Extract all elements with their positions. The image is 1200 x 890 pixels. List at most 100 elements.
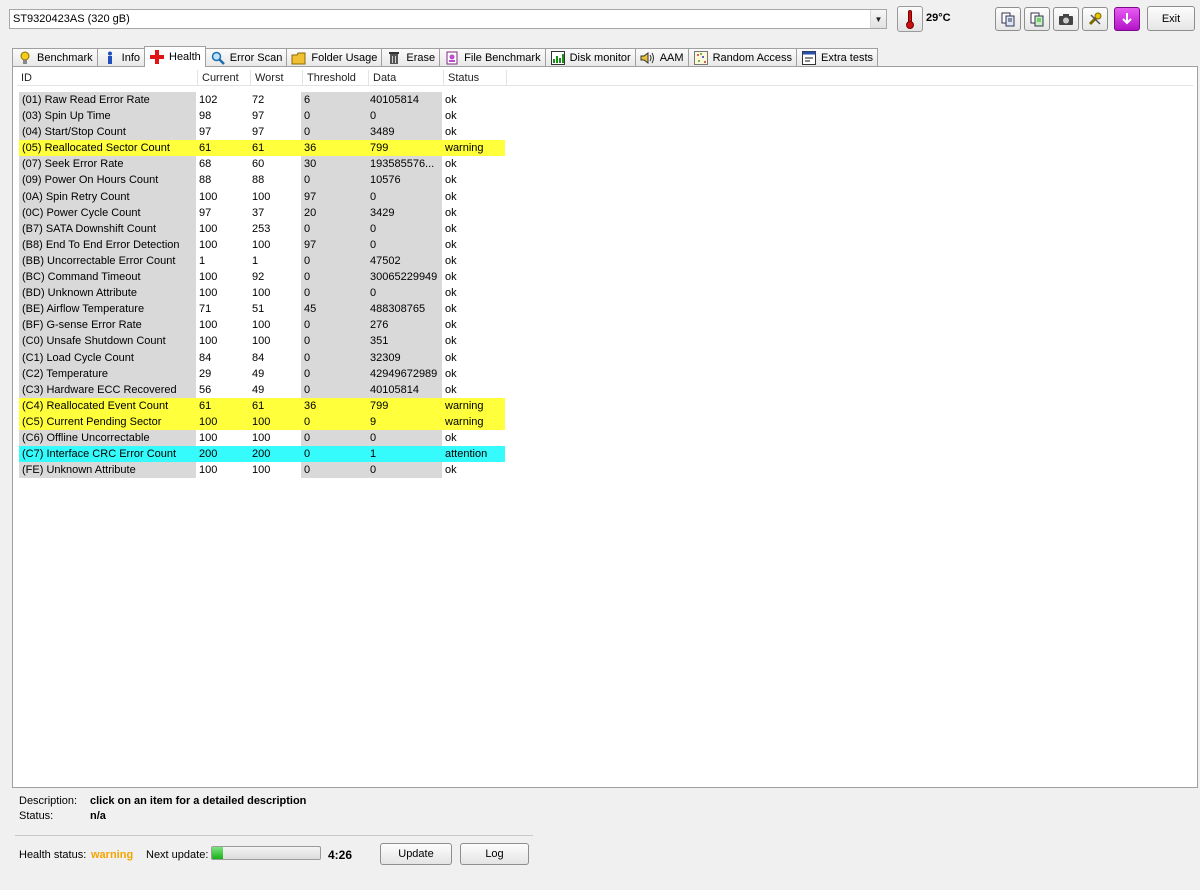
table-row[interactable]: (BB) Uncorrectable Error Count 1 1 0 47502 ok [19, 252, 505, 270]
log-button[interactable]: Log [460, 843, 529, 865]
cell-id: (05) Reallocated Sector Count [19, 140, 196, 157]
cell-id: (C4) Reallocated Event Count [19, 397, 196, 414]
update-button[interactable]: Update [380, 843, 452, 865]
tab-folder-usage[interactable]: Folder Usage [286, 48, 383, 67]
cell-data: 799 [367, 397, 442, 414]
tab-file-benchmark[interactable]: File Benchmark [439, 48, 546, 67]
chevron-down-icon[interactable]: ▼ [870, 10, 886, 28]
table-row[interactable]: (07) Seek Error Rate 68 60 30 193585576... ok [19, 156, 505, 173]
table-row[interactable]: (BC) Command Timeout 100 92 0 30065229949 ok [19, 269, 505, 286]
tab-health[interactable]: Health [144, 46, 206, 67]
cell-worst: 72 [252, 94, 265, 106]
cell-status: ok [445, 383, 457, 396]
table-row[interactable]: (C6) Offline Uncorrectable 100 100 0 0 ok [19, 429, 505, 447]
table-row[interactable]: (C7) Interface CRC Error Count 200 200 0 1 at… [19, 446, 505, 463]
cell-threshold: 45 [301, 301, 367, 318]
cell-id: (B7) SATA Downshift Count [19, 220, 196, 237]
table-row[interactable]: (B8) End To End Error Detection 100 100 97 0… [19, 236, 505, 253]
table-row[interactable]: (04) Start/Stop Count 97 97 0 3489 ok [19, 124, 505, 141]
table-row[interactable]: (BD) Unknown Attribute 100 100 0 0 ok [19, 285, 505, 302]
tab-info[interactable]: Info [96, 48, 145, 67]
cell-data: 32309 [367, 349, 442, 366]
table-row[interactable]: (05) Reallocated Sector Count 61 61 36 799 wa… [19, 140, 505, 157]
options-button[interactable] [1082, 7, 1108, 31]
column-header-threshold[interactable]: Threshold [303, 70, 369, 86]
table-row[interactable]: (09) Power On Hours Count 88 88 0 10576 ok [19, 172, 505, 189]
cell-data: 10576 [367, 172, 442, 189]
screenshot-button[interactable] [1053, 7, 1079, 31]
cell-status: ok [445, 431, 457, 444]
top-bar: ST9320423AS (320 gB) ▼ 29°C Exit [0, 0, 1200, 40]
cell-current: 56 [199, 383, 212, 396]
tab-label: Erase [406, 52, 436, 64]
column-header-id[interactable]: ID [17, 70, 198, 86]
copy-all-button[interactable] [1024, 7, 1050, 31]
arrow-down-icon [1122, 13, 1132, 25]
cell-id: (C7) Interface CRC Error Count [19, 446, 196, 463]
drive-select[interactable]: ST9320423AS (320 gB) ▼ [9, 9, 887, 29]
table-row[interactable]: (0C) Power Cycle Count 97 37 20 3429 ok [19, 204, 505, 221]
table-row[interactable]: (C4) Reallocated Event Count 61 61 36 799 war… [19, 397, 505, 414]
column-header-worst[interactable]: Worst [251, 70, 303, 86]
tab-disk-monitor[interactable]: Disk monitor [544, 48, 636, 67]
cell-threshold: 97 [301, 236, 367, 253]
tab-error-scan[interactable]: Error Scan [204, 48, 288, 67]
cell-status: ok [445, 303, 457, 316]
cell-id: (FE) Unknown Attribute [19, 462, 196, 479]
table-row[interactable]: (C2) Temperature 29 49 0 42949672989 ok [19, 365, 505, 382]
tab-benchmark[interactable]: Benchmark [12, 48, 98, 67]
column-header-current[interactable]: Current [198, 70, 251, 86]
temperature-button[interactable] [897, 6, 923, 32]
table-row[interactable]: (FE) Unknown Attribute 100 100 0 0 ok [19, 462, 505, 479]
cell-current: 100 [199, 319, 218, 332]
cell-current: 97 [199, 206, 212, 219]
cell-data: 0 [367, 285, 442, 302]
table-row[interactable]: (C5) Current Pending Sector 100 100 0 9 warni… [19, 413, 505, 430]
description-label: Description: [19, 795, 78, 807]
cell-threshold: 0 [301, 220, 367, 237]
table-row[interactable]: (03) Spin Up Time 98 97 0 0 ok [19, 108, 505, 125]
table-row[interactable]: (BF) G-sense Error Rate 100 100 0 276 ok [19, 317, 505, 334]
table-row[interactable]: (C0) Unsafe Shutdown Count 100 100 0 351 ok [19, 333, 505, 350]
exit-button[interactable]: Exit [1147, 6, 1195, 31]
cell-worst: 88 [252, 174, 265, 187]
health-status-value: warning [91, 849, 134, 861]
cell-current: 84 [199, 351, 212, 364]
divider [15, 835, 533, 836]
tab-aam[interactable]: AAM [634, 48, 689, 67]
cell-data: 799 [367, 140, 442, 157]
cell-status: ok [445, 174, 457, 187]
download-button[interactable] [1114, 7, 1140, 31]
cell-id: (BB) Uncorrectable Error Count [19, 252, 196, 270]
copy-text-button[interactable] [995, 7, 1021, 31]
cell-current: 61 [196, 140, 249, 157]
cell-worst: 97 [252, 110, 265, 123]
table-row[interactable]: (C3) Hardware ECC Recovered 56 49 0 40105814… [19, 381, 505, 398]
attribute-list: (01) Raw Read Error Rate 102 72 6 40105814 ok… [19, 92, 505, 479]
next-update-countdown: 4:26 [328, 848, 353, 862]
info-icon [102, 51, 118, 65]
table-row[interactable]: (BE) Airflow Temperature 71 51 45 488308765 o… [19, 301, 505, 318]
table-row[interactable]: (0A) Spin Retry Count 100 100 97 0 ok [19, 188, 505, 205]
red-cross-icon [149, 50, 165, 64]
cell-id: (C5) Current Pending Sector [19, 413, 196, 430]
drive-select-value: ST9320423AS (320 gB) [13, 13, 130, 25]
column-header-data[interactable]: Data [369, 70, 444, 86]
table-row[interactable]: (C1) Load Cycle Count 84 84 0 32309 ok [19, 349, 505, 366]
cell-id: (04) Start/Stop Count [19, 124, 196, 141]
attribute-list-header: ID Current Worst Threshold Data Status [17, 70, 1193, 86]
cell-status: warning [442, 397, 505, 414]
tab-label: Error Scan [229, 52, 283, 64]
table-row[interactable]: (B7) SATA Downshift Count 100 253 0 0 ok [19, 220, 505, 237]
cell-current: 100 [199, 222, 218, 235]
table-row[interactable]: (01) Raw Read Error Rate 102 72 6 40105814 ok [19, 92, 505, 109]
cell-threshold: 0 [301, 124, 367, 141]
cell-status: ok [445, 271, 457, 284]
tab-erase[interactable]: Erase [381, 48, 441, 67]
tab-random-access[interactable]: Random Access [687, 48, 798, 67]
cell-id: (C1) Load Cycle Count [19, 349, 196, 366]
tools-icon [1088, 12, 1102, 26]
column-header-status[interactable]: Status [444, 70, 507, 86]
tab-extra-tests[interactable]: Extra tests [796, 48, 879, 67]
health-status-label: Health status: [19, 849, 87, 861]
